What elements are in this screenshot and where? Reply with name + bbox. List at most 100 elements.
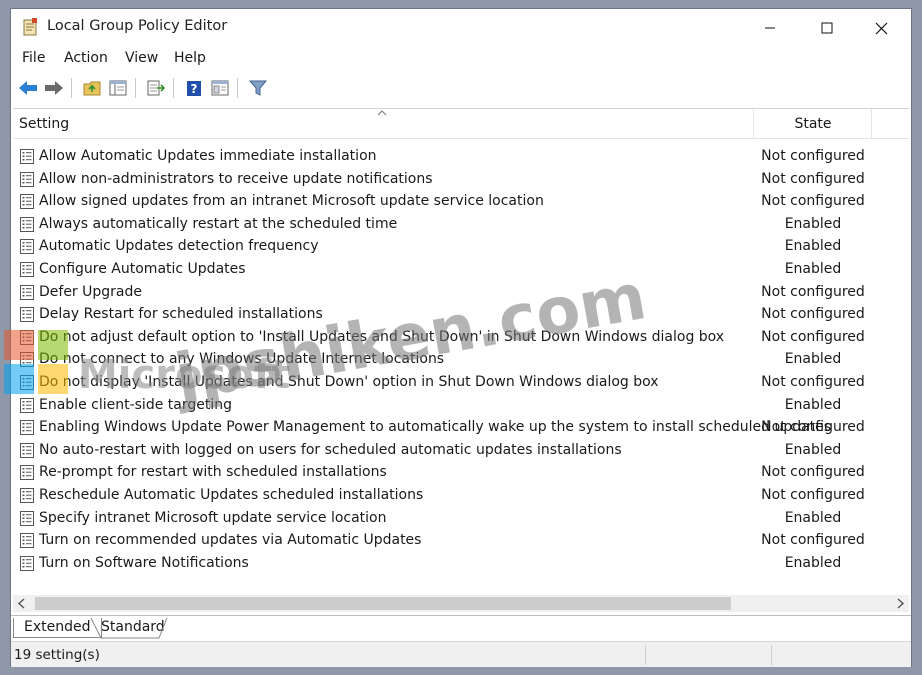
menu-bar: File Action View Help <box>11 47 911 71</box>
filter-button[interactable] <box>247 77 269 99</box>
menu-file[interactable]: File <box>22 50 45 66</box>
up-one-level-button[interactable] <box>81 77 103 99</box>
setting-state: Not configured <box>761 373 865 390</box>
policy-editor-icon <box>23 18 37 36</box>
forward-button[interactable] <box>43 77 65 99</box>
column-state[interactable]: State <box>755 116 871 132</box>
table-row[interactable]: Enabling Windows Update Power Management… <box>13 417 909 440</box>
back-button[interactable] <box>17 77 39 99</box>
settings-list[interactable]: Setting State Allow Automatic Updates im… <box>13 108 909 592</box>
setting-name: Do not connect to any Windows Update Int… <box>39 351 445 368</box>
setting-state: Not configured <box>761 283 865 300</box>
properties-icon <box>211 80 229 96</box>
toolbar-separator <box>173 78 174 98</box>
window-title: Local Group Policy Editor <box>47 18 228 34</box>
setting-state: Enabled <box>784 396 842 413</box>
view-tabs: Extended Standard <box>11 615 911 639</box>
table-row[interactable]: Do not connect to any Windows Update Int… <box>13 349 909 372</box>
close-button[interactable] <box>858 15 904 41</box>
status-bar: 19 setting(s) <box>11 641 911 667</box>
policy-setting-icon <box>20 352 34 368</box>
maximize-icon <box>821 22 833 34</box>
horizontal-scrollbar[interactable] <box>13 595 909 612</box>
title-bar[interactable]: Local Group Policy Editor <box>11 9 911 47</box>
maximize-button[interactable] <box>804 15 850 41</box>
setting-state: Not configured <box>761 306 865 323</box>
setting-name: Defer Upgrade <box>39 283 142 300</box>
setting-name: Automatic Updates detection frequency <box>39 238 319 255</box>
toolbar-separator <box>135 78 136 98</box>
column-divider[interactable] <box>753 109 754 139</box>
table-row[interactable]: Allow signed updates from an intranet Mi… <box>13 191 909 214</box>
export-list-icon <box>147 80 165 96</box>
tab-outline <box>90 617 168 639</box>
column-setting[interactable]: Setting <box>19 116 69 132</box>
policy-setting-icon <box>20 307 34 323</box>
table-row[interactable]: Configure Automatic Updates Enabled <box>13 259 909 282</box>
minimize-icon <box>765 27 775 29</box>
show-hide-tree-button[interactable] <box>107 77 129 99</box>
minimize-button[interactable] <box>747 15 793 41</box>
setting-state: Enabled <box>784 441 842 458</box>
menu-action[interactable]: Action <box>64 50 108 66</box>
table-row[interactable]: Turn on recommended updates via Automati… <box>13 530 909 553</box>
setting-state: Enabled <box>784 351 842 368</box>
sort-ascending-icon <box>377 110 387 116</box>
show-hide-tree-icon <box>109 80 127 96</box>
help-icon: ? <box>187 80 201 96</box>
svg-text:?: ? <box>191 82 198 96</box>
help-button[interactable]: ? <box>183 77 205 99</box>
status-separator <box>645 645 646 665</box>
table-row[interactable]: Turn on Software Notifications Enabled <box>13 553 909 576</box>
scroll-right-icon[interactable] <box>895 598 905 609</box>
setting-state: Enabled <box>784 215 842 232</box>
policy-setting-icon <box>20 284 34 300</box>
toolbar: ? <box>11 74 911 102</box>
setting-name: No auto-restart with logged on users for… <box>39 441 622 458</box>
table-row[interactable]: No auto-restart with logged on users for… <box>13 440 909 463</box>
setting-state: Not configured <box>761 170 865 187</box>
table-row[interactable]: Allow non-administrators to receive upda… <box>13 169 909 192</box>
setting-state: Not configured <box>761 328 865 345</box>
setting-state: Not configured <box>761 193 865 210</box>
export-list-button[interactable] <box>145 77 167 99</box>
setting-name: Allow signed updates from an intranet Mi… <box>39 193 544 210</box>
properties-button[interactable] <box>209 77 231 99</box>
table-row[interactable]: Do not display 'Install Updates and Shut… <box>13 372 909 395</box>
table-row[interactable]: Allow Automatic Updates immediate instal… <box>13 146 909 169</box>
setting-state: Not configured <box>761 148 865 164</box>
policy-setting-icon <box>20 216 34 232</box>
table-row[interactable]: Automatic Updates detection frequency Ena… <box>13 236 909 259</box>
setting-state: Enabled <box>784 509 842 526</box>
status-separator <box>771 645 772 665</box>
table-row[interactable]: Specify intranet Microsoft update servic… <box>13 508 909 531</box>
close-icon <box>875 22 887 34</box>
scrollbar-thumb[interactable] <box>35 597 731 610</box>
table-row[interactable]: Defer Upgrade Not configured <box>13 282 909 305</box>
table-row[interactable]: Delay Restart for scheduled installation… <box>13 304 909 327</box>
forward-arrow-icon <box>45 81 63 95</box>
setting-state: Not configured <box>761 419 865 436</box>
setting-name: Allow Automatic Updates immediate instal… <box>39 148 377 164</box>
policy-setting-icon <box>20 261 34 277</box>
setting-name: Turn on recommended updates via Automati… <box>39 532 422 549</box>
table-row[interactable]: Do not adjust default option to 'Install… <box>13 327 909 350</box>
setting-name: Enable client-side targeting <box>39 396 232 413</box>
policy-setting-icon <box>20 420 34 436</box>
menu-view[interactable]: View <box>125 50 158 66</box>
table-row[interactable]: Reschedule Automatic Updates scheduled i… <box>13 485 909 508</box>
setting-name: Always automatically restart at the sche… <box>39 215 398 232</box>
table-row[interactable]: Always automatically restart at the sche… <box>13 214 909 237</box>
menu-help[interactable]: Help <box>174 50 206 66</box>
policy-setting-icon <box>20 442 34 458</box>
scroll-left-icon[interactable] <box>17 598 27 609</box>
policy-setting-icon <box>20 487 34 503</box>
column-divider[interactable] <box>871 109 872 139</box>
setting-state: Enabled <box>784 238 842 255</box>
table-row[interactable]: Enable client-side targeting Enabled <box>13 395 909 418</box>
table-row[interactable]: Re-prompt for restart with scheduled ins… <box>13 462 909 485</box>
setting-state: Enabled <box>784 554 842 571</box>
status-count: 19 setting(s) <box>14 647 100 663</box>
setting-name: Enabling Windows Update Power Management… <box>39 419 832 436</box>
rows-container: Allow Automatic Updates immediate instal… <box>13 146 909 575</box>
